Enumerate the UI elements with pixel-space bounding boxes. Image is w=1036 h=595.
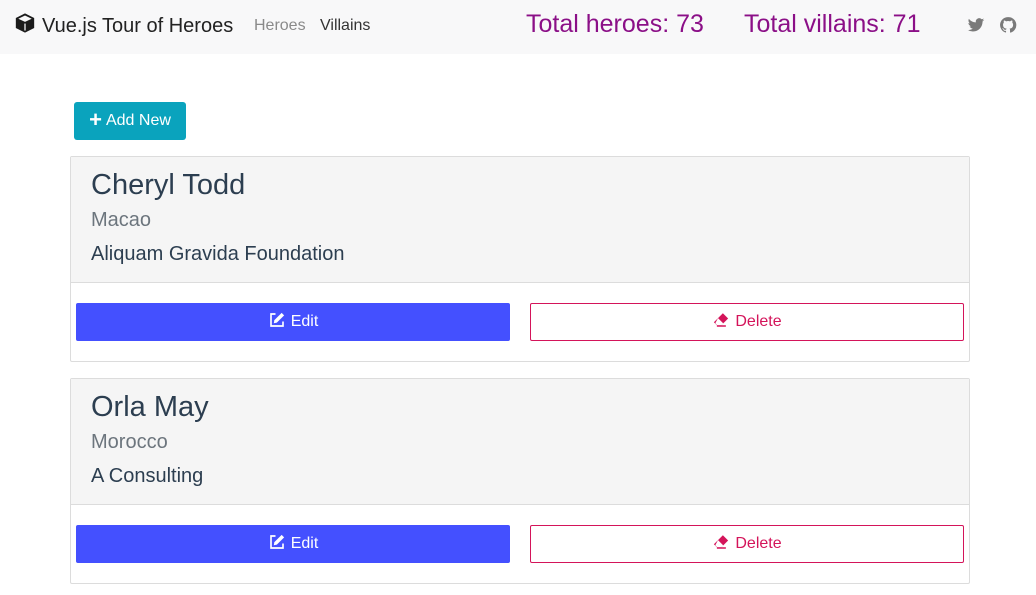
card-name: Orla May (91, 391, 209, 423)
card-country: Morocco (91, 431, 168, 453)
edit-button[interactable]: Edit (76, 303, 510, 341)
edit-label: Edit (290, 535, 319, 552)
cube-icon (14, 12, 36, 40)
card-header: Orla May Morocco A Consulting (71, 379, 969, 505)
card-country: Macao (91, 209, 152, 231)
hero-card: Orla May Morocco A Consulting Edit Delet… (70, 378, 970, 584)
card-name: Cheryl Todd (91, 169, 246, 201)
card-header: Cheryl Todd Macao Aliquam Gravida Founda… (71, 157, 969, 283)
delete-label: Delete (735, 535, 782, 552)
delete-label: Delete (735, 313, 782, 330)
edit-icon (268, 311, 286, 334)
total-villains-count: Total villains: 71 (744, 10, 921, 38)
github-icon[interactable] (999, 16, 1019, 36)
card-company: A Consulting (91, 465, 204, 487)
delete-button[interactable]: Delete (530, 525, 964, 563)
hero-card: Cheryl Todd Macao Aliquam Gravida Founda… (70, 156, 970, 362)
eraser-icon (712, 533, 730, 556)
add-new-label: Add New (105, 112, 171, 129)
card-company: Aliquam Gravida Foundation (91, 243, 345, 265)
edit-label: Edit (290, 313, 319, 330)
nav-link-heroes[interactable]: Heroes (254, 17, 306, 35)
eraser-icon (712, 311, 730, 334)
delete-button[interactable]: Delete (530, 303, 964, 341)
nav-link-villains[interactable]: Villains (320, 17, 370, 35)
twitter-icon[interactable] (967, 16, 987, 36)
plus-icon: + (89, 107, 102, 132)
brand-title: Vue.js Tour of Heroes (42, 14, 234, 37)
top-navbar: Vue.js Tour of Heroes Heroes Villains To… (0, 0, 1036, 54)
edit-button[interactable]: Edit (76, 525, 510, 563)
total-heroes-count: Total heroes: 73 (526, 10, 704, 38)
add-new-button[interactable]: + Add New (74, 102, 186, 140)
brand-link[interactable]: Vue.js Tour of Heroes (14, 12, 233, 40)
edit-icon (268, 533, 286, 556)
